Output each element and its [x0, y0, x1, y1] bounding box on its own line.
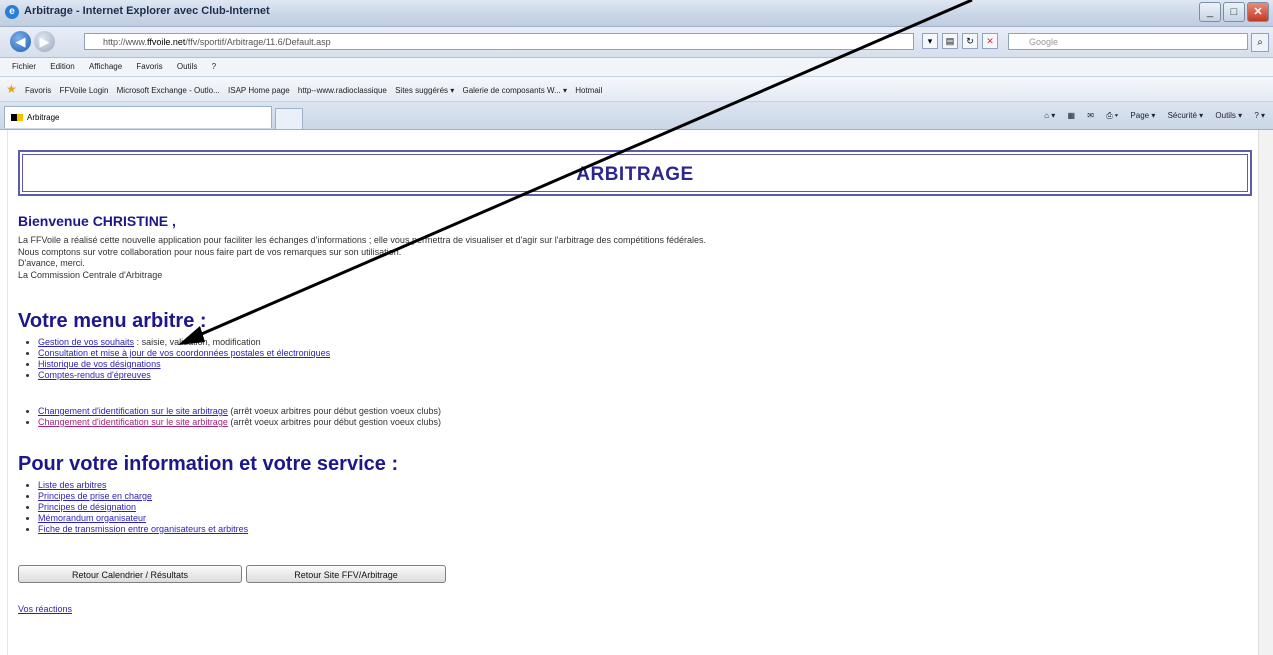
tools-menu[interactable]: Outils ▾ — [1215, 111, 1242, 120]
address-tools: ▾ ▤ ↻ ✕ — [922, 33, 998, 49]
tab-arbitrage[interactable]: Arbitrage — [4, 106, 272, 128]
refresh-icon[interactable]: ↻ — [962, 33, 978, 49]
list-item: Changement d'identification sur le site … — [38, 406, 441, 417]
maximize-button[interactable]: □ — [1223, 2, 1245, 22]
site-favicon-icon — [11, 114, 23, 121]
menu-link[interactable]: Comptes-rendus d'épreuves — [38, 370, 151, 380]
tab-bar: Arbitrage ⌂ ▾ ▦ ✉ ⎙ ▾ Page ▾ Sécurité ▾ … — [0, 102, 1273, 130]
stop-icon[interactable]: ✕ — [982, 33, 998, 49]
print-icon[interactable]: ⎙ ▾ — [1106, 111, 1118, 120]
search-input[interactable]: Google — [1008, 33, 1248, 50]
help-icon[interactable]: ? ▾ — [1254, 111, 1265, 120]
return-calendar-button[interactable]: Retour Calendrier / Résultats — [18, 565, 242, 583]
menu-fichier[interactable]: Fichier — [12, 62, 36, 71]
address-input[interactable]: http://www.ffvoile.net/ffv/sportif/Arbit… — [84, 33, 914, 50]
forward-button[interactable]: ▶ — [34, 31, 55, 52]
info-heading: Pour votre information et votre service … — [18, 453, 399, 475]
list-item: Comptes-rendus d'épreuves — [38, 370, 330, 381]
list-item: Gestion de vos souhaits : saisie, valida… — [38, 337, 330, 348]
intro-line: La FFVoile a réalisé cette nouvelle appl… — [18, 235, 707, 245]
address-prefix: http://www. — [103, 37, 148, 47]
welcome-heading: Bienvenue CHRISTINE , — [18, 213, 176, 229]
fav-favoris[interactable]: Favoris — [25, 86, 51, 95]
identification-link[interactable]: Changement d'identification sur le site … — [38, 406, 228, 416]
info-link[interactable]: Mémorandum organisateur — [38, 513, 146, 523]
reactions-link[interactable]: Vos réactions — [18, 604, 72, 614]
page-banner: ARBITRAGE — [18, 150, 1252, 196]
list-item: Principes de prise en charge — [38, 491, 248, 502]
address-toolbar: ◀ ▶ http://www.ffvoile.net/ffv/sportif/A… — [0, 27, 1273, 58]
fav-ffvoile-login[interactable]: FFVoile Login — [59, 86, 108, 95]
list-item: Fiche de transmission entre organisateur… — [38, 524, 248, 535]
ie-logo-icon: e — [5, 5, 19, 19]
info-list: Liste des arbitres Principes de prise en… — [18, 480, 248, 535]
menu-favoris[interactable]: Favoris — [136, 62, 162, 71]
list-item: Liste des arbitres — [38, 480, 248, 491]
list-item: Changement d'identification sur le site … — [38, 417, 441, 428]
command-bar: ⌂ ▾ ▦ ✉ ⎙ ▾ Page ▾ Sécurité ▾ Outils ▾ ?… — [1034, 108, 1265, 124]
window-titlebar: e Arbitrage - Internet Explorer avec Clu… — [0, 0, 1273, 27]
fav-sites-suggeres[interactable]: Sites suggérés ▾ — [395, 86, 454, 95]
vertical-scrollbar[interactable] — [1258, 130, 1273, 655]
info-link[interactable]: Fiche de transmission entre organisateur… — [38, 524, 248, 534]
fav-radioclassique[interactable]: http--www.radioclassique — [298, 86, 387, 95]
identification-list: Changement d'identification sur le site … — [18, 406, 441, 428]
compat-view-icon[interactable]: ▤ — [942, 33, 958, 49]
page-menu[interactable]: Page ▾ — [1130, 111, 1155, 120]
address-domain: ffvoile.net — [147, 37, 186, 47]
list-item: Consultation et mise à jour de vos coord… — [38, 348, 330, 359]
identification-note: (arrêt voeux arbitres pour début gestion… — [227, 406, 441, 416]
close-button[interactable]: ✕ — [1247, 2, 1269, 22]
intro-line: Nous comptons sur votre collaboration po… — [18, 246, 402, 257]
list-item: Principes de désignation — [38, 502, 248, 513]
address-path: /ffv/sportif/Arbitrage/11.6/Default.asp — [185, 37, 331, 47]
info-link[interactable]: Principes de prise en charge — [38, 491, 152, 501]
menu-heading: Votre menu arbitre : — [18, 310, 207, 332]
search-icon[interactable]: ⌕ — [1251, 33, 1269, 52]
intro-text: La FFVoile a réalisé cette nouvelle appl… — [18, 235, 706, 281]
window-controls: _ □ ✕ — [1199, 2, 1269, 22]
fav-hotmail[interactable]: Hotmail — [575, 86, 602, 95]
menu-edition[interactable]: Edition — [50, 62, 74, 71]
page-left-border — [7, 130, 8, 655]
arbitre-menu-list: Gestion de vos souhaits : saisie, valida… — [18, 337, 330, 381]
favorites-bar: ★ Favoris FFVoile Login Microsoft Exchan… — [0, 77, 1273, 102]
fav-isap[interactable]: ISAP Home page — [228, 86, 290, 95]
return-buttons: Retour Calendrier / Résultats Retour Sit… — [18, 565, 446, 583]
fav-galerie[interactable]: Galerie de composants W... ▾ — [462, 86, 567, 95]
menu-affichage[interactable]: Affichage — [89, 62, 122, 71]
menu-link[interactable]: Historique de vos désignations — [38, 359, 161, 369]
menu-link[interactable]: Consultation et mise à jour de vos coord… — [38, 348, 330, 358]
fav-exchange[interactable]: Microsoft Exchange - Outlo... — [117, 86, 220, 95]
home-icon[interactable]: ⌂ ▾ — [1044, 111, 1055, 120]
identification-link-visited[interactable]: Changement d'identification sur le site … — [38, 417, 228, 427]
mail-icon[interactable]: ✉ — [1087, 111, 1094, 120]
menu-bar: Fichier Edition Affichage Favoris Outils… — [0, 58, 1273, 77]
page-title: ARBITRAGE — [576, 164, 694, 185]
tab-label: Arbitrage — [27, 113, 60, 122]
menu-link[interactable]: Gestion de vos souhaits — [38, 337, 134, 347]
back-button[interactable]: ◀ — [10, 31, 31, 52]
info-link[interactable]: Liste des arbitres — [38, 480, 107, 490]
menu-outils[interactable]: Outils — [177, 62, 197, 71]
favorites-star-icon: ★ — [6, 82, 17, 96]
feeds-icon[interactable]: ▦ — [1067, 111, 1075, 120]
intro-line: La Commission Centrale d'Arbitrage — [18, 269, 163, 280]
minimize-button[interactable]: _ — [1199, 2, 1221, 22]
menu-item-suffix: : saisie, validation, modification — [134, 337, 261, 347]
new-tab-button[interactable] — [275, 108, 303, 129]
identification-note: (arrêt voeux arbitres pour début gestion… — [227, 417, 441, 427]
dropdown-icon[interactable]: ▾ — [922, 33, 938, 49]
menu-help[interactable]: ? — [212, 62, 216, 71]
info-link[interactable]: Principes de désignation — [38, 502, 136, 512]
list-item: Historique de vos désignations — [38, 359, 330, 370]
security-menu[interactable]: Sécurité ▾ — [1168, 111, 1204, 120]
window-title: Arbitrage - Internet Explorer avec Club-… — [24, 5, 270, 17]
return-site-button[interactable]: Retour Site FFV/Arbitrage — [246, 565, 446, 583]
list-item: Mémorandum organisateur — [38, 513, 248, 524]
intro-line: D'avance, merci. — [18, 258, 85, 268]
